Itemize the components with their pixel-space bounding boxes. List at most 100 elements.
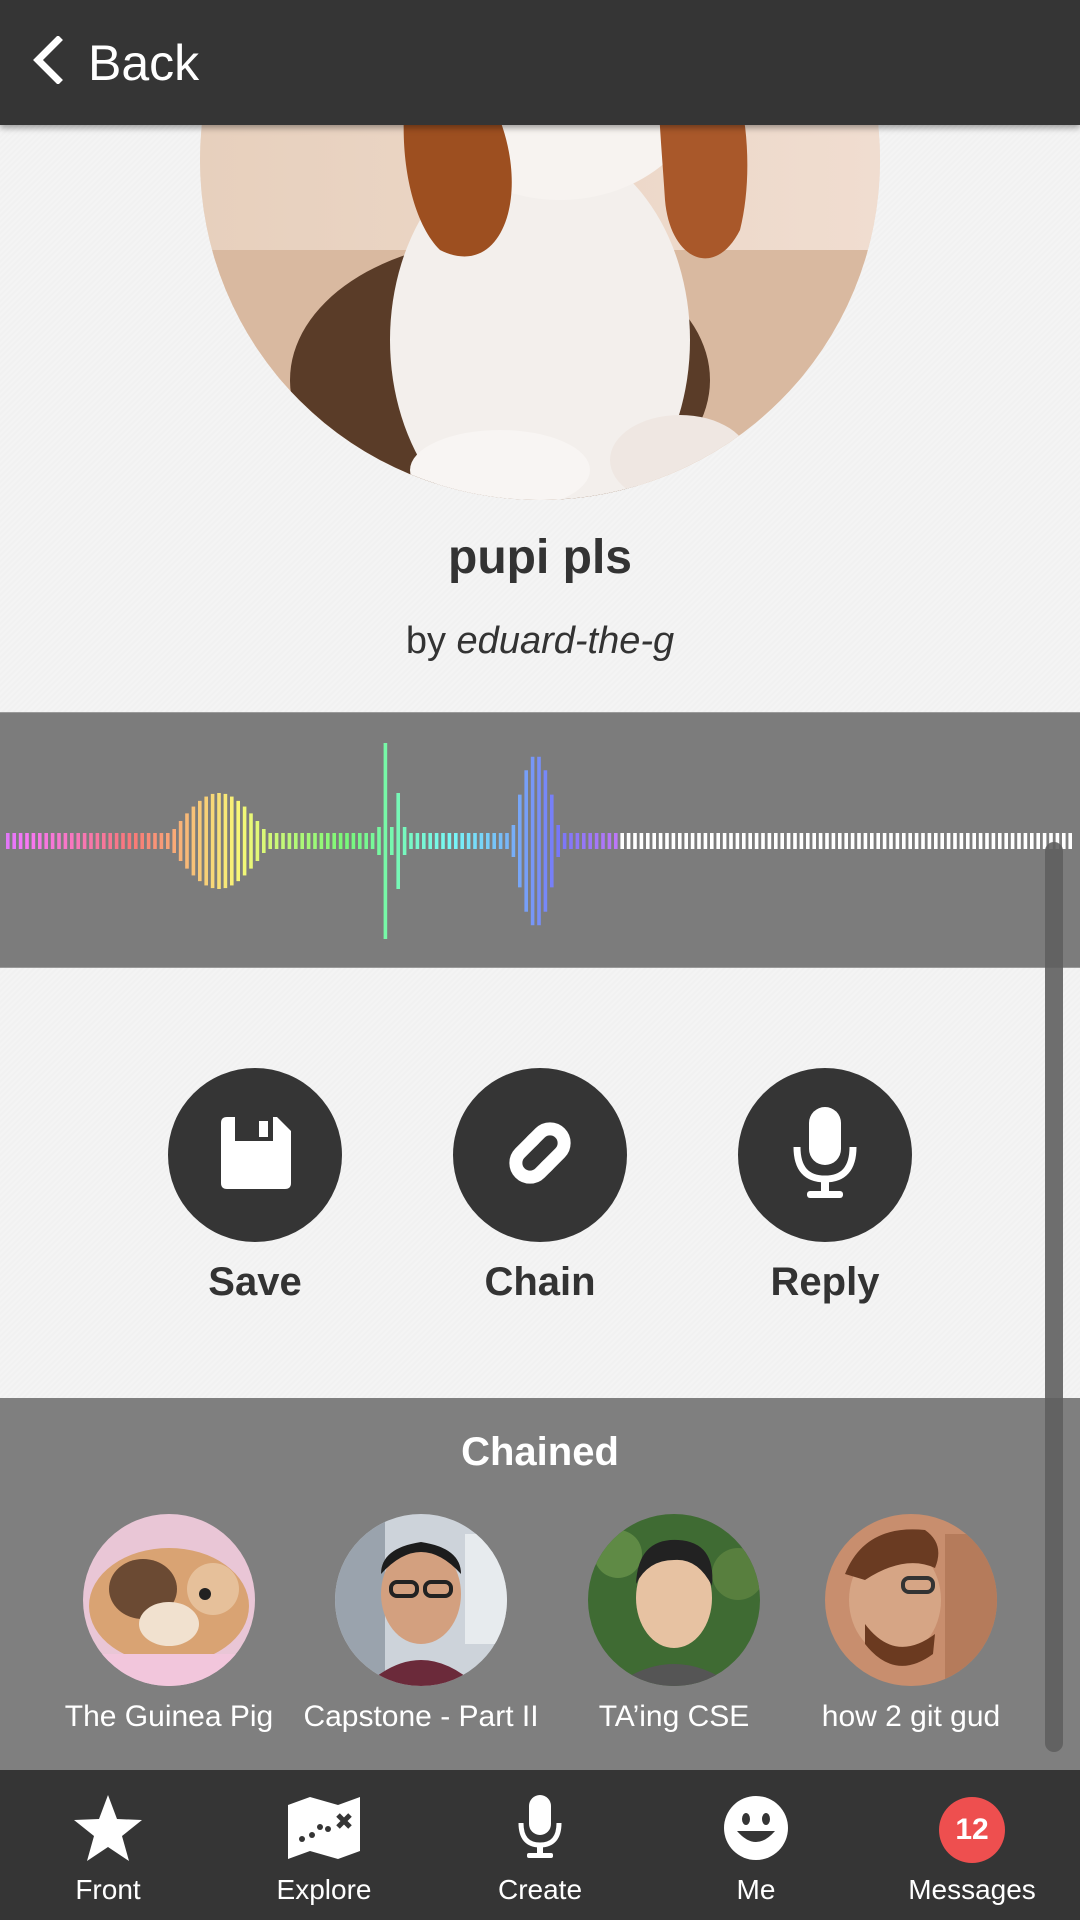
waveform-bar xyxy=(831,833,836,849)
waveform-bar xyxy=(166,833,170,849)
waveform-bar xyxy=(281,833,285,849)
waveform-bar xyxy=(761,833,765,849)
waveform-bar xyxy=(850,833,855,849)
waveform-bar xyxy=(505,833,509,849)
waveform-bar xyxy=(882,833,887,849)
waveform-bar xyxy=(460,833,464,849)
waveform-bar xyxy=(498,833,503,849)
waveform-bar xyxy=(1030,833,1034,849)
save-button[interactable]: Save xyxy=(145,1068,365,1305)
back-label: Back xyxy=(88,34,200,91)
chain-label: Chain xyxy=(484,1260,596,1304)
waveform-bar xyxy=(902,833,906,849)
waveform-bar xyxy=(121,833,125,849)
waveform-bar xyxy=(735,833,740,849)
waveform-bar xyxy=(985,833,989,849)
waveform-bar xyxy=(780,833,784,849)
reply-button[interactable]: Reply xyxy=(715,1068,935,1305)
chained-item-guinea-pig[interactable]: The Guinea Pig xyxy=(44,1514,294,1734)
waveform-bar xyxy=(767,833,772,849)
waveform-bar xyxy=(716,833,720,849)
waveform-bar xyxy=(927,833,932,849)
author-link[interactable]: eduard-the-g xyxy=(457,620,675,662)
waveform-bar xyxy=(626,833,631,849)
waveform-bar xyxy=(383,743,388,939)
waveform-bar xyxy=(710,833,714,849)
waveform-bar xyxy=(114,833,119,849)
waveform-bar xyxy=(594,833,599,849)
waveform-bar xyxy=(44,833,48,849)
nav-explore[interactable]: Explore xyxy=(216,1770,432,1920)
waveform-bar xyxy=(178,820,183,862)
chain-button[interactable]: Chain xyxy=(430,1068,650,1305)
nav-me-label: Me xyxy=(736,1874,776,1905)
waveform-bar xyxy=(518,794,522,888)
chained-item-capstone[interactable]: Capstone - Part II xyxy=(296,1514,546,1734)
back-button[interactable]: Back xyxy=(0,0,229,125)
nav-messages[interactable]: 12 Messages xyxy=(864,1770,1080,1920)
waveform-bar xyxy=(569,833,573,849)
waveform-bar xyxy=(863,833,868,849)
chained-thumbnail xyxy=(335,1514,507,1686)
waveform-bar xyxy=(191,806,196,876)
waveform-bar xyxy=(306,833,311,849)
waveform-bar xyxy=(978,833,983,849)
microphone-icon xyxy=(515,1793,565,1868)
waveform-bar xyxy=(754,833,759,849)
waveform-bar xyxy=(204,796,208,886)
chained-item-git-gud[interactable]: how 2 git gud xyxy=(786,1514,1036,1734)
waveform-bar xyxy=(665,833,669,849)
waveform-bar xyxy=(786,833,791,849)
nav-front-label: Front xyxy=(75,1874,141,1905)
nav-front[interactable]: Front xyxy=(0,1770,216,1920)
waveform-bar xyxy=(908,833,912,849)
waveform-bar xyxy=(582,833,586,849)
waveform-bar xyxy=(601,833,605,849)
waveform-bar xyxy=(486,833,490,849)
chained-item-caption: TA’ing CSE xyxy=(598,1700,750,1733)
waveform-bar xyxy=(1036,833,1040,849)
waveform-bar xyxy=(345,833,349,849)
waveform-bar xyxy=(748,833,752,849)
audio-waveform[interactable] xyxy=(0,712,1080,968)
waveform-bar xyxy=(966,833,970,849)
waveform-bar xyxy=(588,833,592,849)
waveform-bar xyxy=(402,827,407,855)
waveform-bar xyxy=(812,833,816,849)
waveform-bar xyxy=(697,833,701,849)
waveform-bar xyxy=(140,833,144,849)
waveform-bar xyxy=(409,833,413,849)
top-app-bar: Back xyxy=(0,0,1080,125)
nav-me[interactable]: Me xyxy=(648,1770,864,1920)
waveform-bar xyxy=(294,833,298,849)
waveform-bar xyxy=(153,833,157,849)
waveform-bar xyxy=(146,833,151,849)
waveform-bar xyxy=(1062,833,1066,849)
waveform-bar xyxy=(217,793,221,889)
waveform-bar xyxy=(6,833,10,849)
chained-item-caption: how 2 git gud xyxy=(821,1700,1001,1733)
waveform-bar xyxy=(198,800,202,882)
scrollbar[interactable] xyxy=(1045,842,1063,1752)
nav-create[interactable]: Create xyxy=(432,1770,648,1920)
waveform-bar xyxy=(300,833,304,849)
waveform-bar xyxy=(338,833,343,849)
waveform-bar xyxy=(262,829,266,853)
waveform-bar xyxy=(671,833,676,849)
waveform-bar xyxy=(332,833,336,849)
waveform-bar xyxy=(678,833,682,849)
waveform-bar xyxy=(473,833,477,849)
waveform-bar xyxy=(998,833,1002,849)
waveform-bar xyxy=(70,833,74,849)
waveform-bar xyxy=(351,833,356,849)
waveform-bar xyxy=(774,833,778,849)
waveform-bar xyxy=(377,827,381,855)
waveform-bar xyxy=(946,833,951,849)
waveform-bar xyxy=(38,833,42,849)
waveform-bar xyxy=(799,833,804,849)
map-icon xyxy=(286,1795,362,1866)
waveform-bar xyxy=(274,833,279,849)
chained-section: Chained The Guinea Pig Capstone - Part I… xyxy=(0,1398,1080,1770)
chained-item-taing-cse[interactable]: TA’ing CSE xyxy=(549,1514,799,1734)
waveform-bar xyxy=(575,833,580,849)
